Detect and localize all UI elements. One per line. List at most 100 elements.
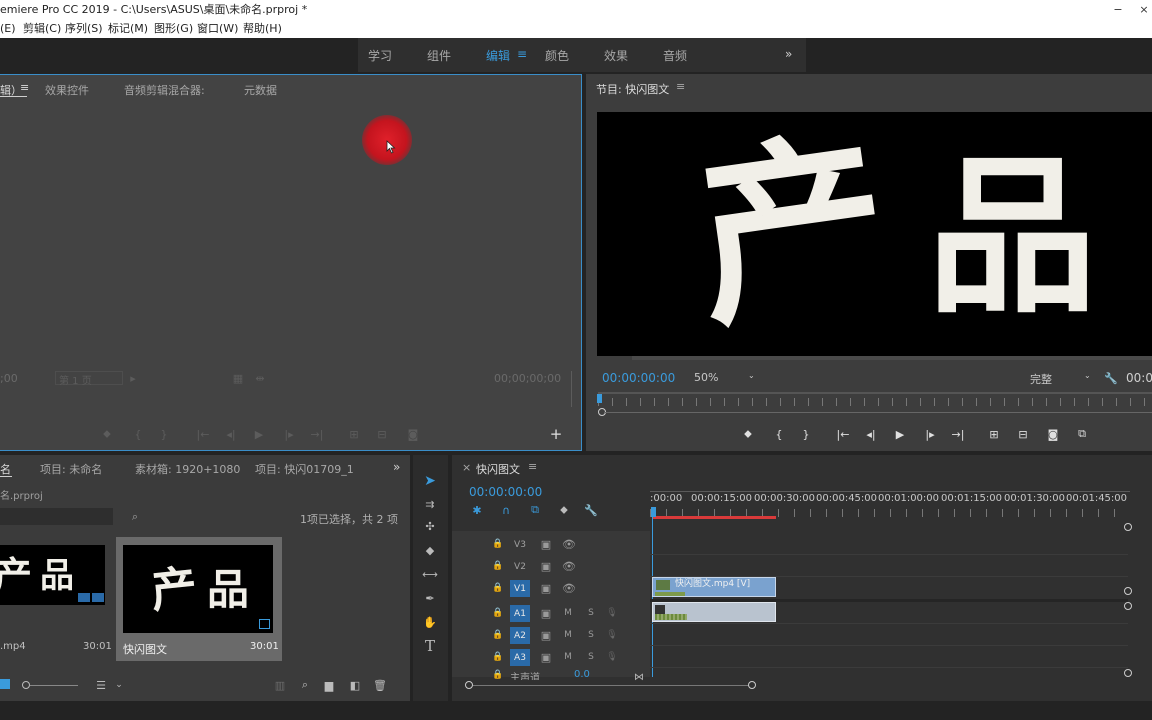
sync-lock-icon[interactable]: ▣ xyxy=(539,651,553,664)
solo-button[interactable]: S xyxy=(585,651,597,663)
step-forward-icon[interactable]: |▸ xyxy=(283,428,295,441)
workspace-audio[interactable]: 音频 xyxy=(663,47,687,64)
razor-tool-icon[interactable]: ◆ xyxy=(422,543,438,557)
minimize-button[interactable]: − xyxy=(1108,0,1128,20)
slip-tool-icon[interactable]: ⟷ xyxy=(422,567,438,581)
workspace-color[interactable]: 颜色 xyxy=(545,47,569,64)
workspace-editing[interactable]: 编辑 xyxy=(486,47,510,64)
lock-icon[interactable]: 🔒 xyxy=(492,607,503,619)
program-playhead[interactable] xyxy=(597,394,602,403)
track-target-label[interactable]: V3 xyxy=(510,536,530,553)
vertical-scroll-handle[interactable] xyxy=(1124,669,1132,677)
workspace-assembly[interactable]: 组件 xyxy=(427,47,451,64)
audio-clip[interactable] xyxy=(652,602,776,622)
menu-window[interactable]: 窗口(W) xyxy=(197,20,238,38)
audio-zoom-handle[interactable] xyxy=(1124,602,1132,610)
workspace-more-button[interactable]: » xyxy=(785,47,792,61)
solo-button[interactable]: S xyxy=(585,629,597,641)
play-icon[interactable]: ▶ xyxy=(253,428,265,441)
marker-icon[interactable]: ⬥ xyxy=(101,427,113,440)
program-monitor-title[interactable]: 节目: 快闪图文 xyxy=(596,81,669,97)
marker-icon[interactable]: ⬥ xyxy=(742,427,754,440)
video-clip[interactable]: 快闪图文.mp4 [V] xyxy=(652,577,776,597)
comparison-view-icon[interactable]: ⧉ xyxy=(1074,427,1090,440)
horizontal-scroll-handle-left[interactable] xyxy=(465,681,473,689)
menu-edit[interactable]: (E) xyxy=(0,20,16,38)
close-button[interactable]: × xyxy=(1134,0,1152,20)
ripple-edit-tool-icon[interactable]: ✣ xyxy=(422,519,438,533)
tab-project-kuaishan[interactable]: 项目: 快闪01709_1 xyxy=(255,461,354,477)
new-bin-icon[interactable]: ▆ xyxy=(322,679,336,692)
collapse-icon[interactable]: ⋈ xyxy=(632,671,646,683)
list-view-icon[interactable] xyxy=(0,679,10,689)
hand-tool-icon[interactable]: ✋ xyxy=(422,615,438,629)
wrench-icon[interactable]: 🔧 xyxy=(1104,371,1118,385)
zoom-slider-track[interactable] xyxy=(30,685,78,686)
project-more-button[interactable]: » xyxy=(393,460,400,474)
snap-magnet-icon[interactable]: ∩ xyxy=(499,503,513,517)
sort-icon[interactable]: ☰ xyxy=(95,679,107,692)
lock-icon[interactable]: 🔒 xyxy=(492,560,503,572)
add-marker-icon[interactable]: ⬥ xyxy=(557,503,571,517)
project-item[interactable]: 产 品 .mp4 30:01 xyxy=(0,537,113,661)
eye-icon[interactable]: 👁 xyxy=(562,560,576,573)
export-frame-icon[interactable]: ◙ xyxy=(406,428,420,441)
quality-select[interactable]: 完整 ⌄ xyxy=(1026,370,1096,386)
sync-lock-icon[interactable]: ▣ xyxy=(539,607,553,620)
automate-to-sequence-icon[interactable]: ▥ xyxy=(273,679,287,692)
timeline-timecode[interactable]: 00:00:00:00 xyxy=(469,485,542,499)
step-forward-icon[interactable]: |▸ xyxy=(924,428,936,441)
sync-lock-icon[interactable]: ▣ xyxy=(539,538,553,551)
tab-metadata[interactable]: 元数据 xyxy=(244,82,277,98)
vertical-zoom-handle[interactable] xyxy=(1124,523,1132,531)
workspace-learn[interactable]: 学习 xyxy=(368,47,392,64)
zoom-slider-handle[interactable] xyxy=(22,681,30,689)
track-target-label[interactable]: A3 xyxy=(510,649,530,666)
tab-project-current[interactable]: 名 xyxy=(0,461,11,477)
menu-marker[interactable]: 标记(M) xyxy=(108,20,148,38)
mark-out-icon[interactable]: } xyxy=(800,428,812,441)
lock-icon[interactable]: 🔒 xyxy=(492,629,503,641)
extract-icon[interactable]: ⊟ xyxy=(1015,428,1031,441)
work-area-bar[interactable] xyxy=(652,516,776,519)
menu-sequence[interactable]: 序列(S) xyxy=(65,20,103,38)
project-item-selected[interactable]: 产 品 快闪图文 30:01 xyxy=(116,537,282,661)
lock-icon[interactable]: 🔒 xyxy=(492,582,503,594)
play-icon[interactable]: ▶ xyxy=(894,428,906,441)
program-menu-icon[interactable]: ≡ xyxy=(676,80,685,93)
tab-project-untitled[interactable]: 项目: 未命名 xyxy=(40,461,102,477)
timeline-playhead[interactable] xyxy=(651,507,656,517)
track-target-label[interactable]: V1 xyxy=(510,580,530,597)
eye-icon[interactable]: 👁 xyxy=(562,538,576,551)
tab-audio-clip-mixer[interactable]: 音频剪辑混合器: xyxy=(124,82,205,98)
tab-bin[interactable]: 素材箱: 1920+1080 xyxy=(135,461,240,477)
page-select[interactable]: 第 1 页 xyxy=(55,371,123,387)
overwrite-icon[interactable]: ⊟ xyxy=(374,428,390,441)
search-bin-icon[interactable]: ⌕ xyxy=(128,510,142,524)
menu-help[interactable]: 帮助(H) xyxy=(243,20,282,38)
microphone-icon[interactable]: 🎙 xyxy=(606,651,618,663)
microphone-icon[interactable]: 🎙 xyxy=(606,607,618,619)
tab-effect-controls[interactable]: 效果控件 xyxy=(45,82,89,98)
trash-icon[interactable]: 🗑 xyxy=(373,679,387,692)
selection-tool-icon[interactable]: ➤ xyxy=(422,473,438,489)
workspace-effects[interactable]: 效果 xyxy=(604,47,628,64)
project-search-input[interactable] xyxy=(0,508,113,525)
eye-icon[interactable]: 👁 xyxy=(562,582,576,595)
program-zoom-bar[interactable] xyxy=(604,412,1152,413)
tab-source-menu-icon[interactable]: ≡ xyxy=(20,81,29,94)
camera-icon[interactable]: ◙ xyxy=(1046,428,1060,441)
solo-button[interactable]: S xyxy=(585,607,597,619)
program-timecode[interactable]: 00:00:00:00 xyxy=(602,371,675,385)
find-icon[interactable]: ⌕ xyxy=(299,678,311,691)
timeline-settings-wrench-icon[interactable]: 🔧 xyxy=(584,503,598,517)
menu-clip[interactable]: 剪辑(C) xyxy=(23,20,61,38)
mark-in-icon[interactable]: { xyxy=(132,428,144,441)
sync-lock-icon[interactable]: ▣ xyxy=(539,560,553,573)
mute-button[interactable]: M xyxy=(562,629,574,641)
horizontal-scroll-handle-right[interactable] xyxy=(748,681,756,689)
master-volume-value[interactable]: 0.0 xyxy=(574,669,590,680)
step-back-icon[interactable]: ◂| xyxy=(225,428,237,441)
timeline-menu-icon[interactable]: ≡ xyxy=(528,460,537,473)
workspace-editing-menu-icon[interactable]: ≡ xyxy=(517,47,527,61)
